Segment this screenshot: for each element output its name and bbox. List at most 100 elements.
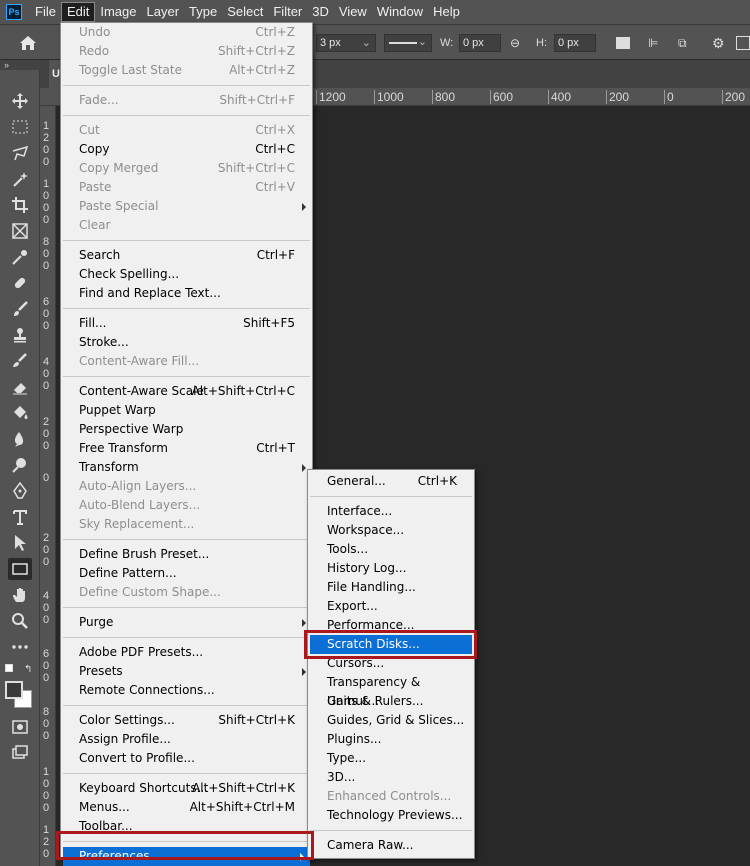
- path-arrangement-icon[interactable]: ⧉: [678, 34, 698, 52]
- history-brush-tool-icon[interactable]: [8, 350, 32, 372]
- crop-tool-icon[interactable]: [8, 194, 32, 216]
- menu-item-file-handling[interactable]: File Handling...: [308, 578, 474, 597]
- menu-item-type[interactable]: Type...: [308, 749, 474, 768]
- menu-item-camera-raw[interactable]: Camera Raw...: [308, 836, 474, 855]
- menu-item-puppet-warp[interactable]: Puppet Warp: [61, 401, 312, 420]
- magic-wand-tool-icon[interactable]: [8, 168, 32, 190]
- link-icon[interactable]: ⊖: [510, 34, 526, 52]
- align-edges-checkbox[interactable]: [736, 36, 750, 50]
- quick-mask-icon[interactable]: [8, 716, 32, 738]
- menu-help[interactable]: Help: [428, 2, 465, 22]
- menu-item-scratch-disks[interactable]: Scratch Disks...: [310, 635, 472, 654]
- menu-item-technology-previews[interactable]: Technology Previews...: [308, 806, 474, 825]
- menu-item-units-rulers[interactable]: Units & Rulers...: [308, 692, 474, 711]
- ruler-label: 0: [43, 472, 50, 484]
- menu-item-free-transform[interactable]: Free Transform Ctrl+T: [61, 439, 312, 458]
- clone-stamp-tool-icon[interactable]: [8, 324, 32, 346]
- menu-type[interactable]: Type: [184, 2, 222, 22]
- menu-file[interactable]: File: [30, 2, 61, 22]
- menu-item-stroke[interactable]: Stroke...: [61, 333, 312, 352]
- menu-item-keyboard-shortcuts[interactable]: Keyboard Shortcuts... Alt+Shift+Ctrl+K: [61, 779, 312, 798]
- menu-select[interactable]: Select: [222, 2, 268, 22]
- menu-item-find-and-replace-text[interactable]: Find and Replace Text...: [61, 284, 312, 303]
- menu-item-assign-profile[interactable]: Assign Profile...: [61, 730, 312, 749]
- marquee-tool-icon[interactable]: [8, 116, 32, 138]
- menu-item-toolbar[interactable]: Toolbar...: [61, 817, 312, 836]
- menu-image[interactable]: Image: [95, 2, 141, 22]
- width-field[interactable]: 0 px: [459, 34, 501, 52]
- menu-item-export[interactable]: Export...: [308, 597, 474, 616]
- menu-item-cursors[interactable]: Cursors...: [308, 654, 474, 673]
- panel-collapse-grip[interactable]: »: [0, 60, 40, 70]
- type-tool-icon[interactable]: [8, 506, 32, 528]
- menu-item-guides-grid-slices[interactable]: Guides, Grid & Slices...: [308, 711, 474, 730]
- menu-edit[interactable]: Edit: [60, 2, 96, 22]
- menu-item-adobe-pdf-presets[interactable]: Adobe PDF Presets...: [61, 643, 312, 662]
- menu-separator: [310, 496, 472, 497]
- menu-item-define-brush-preset[interactable]: Define Brush Preset...: [61, 545, 312, 564]
- menu-item-performance[interactable]: Performance...: [308, 616, 474, 635]
- lasso-tool-icon[interactable]: [8, 142, 32, 164]
- stroke-type-dropdown[interactable]: ⌄: [384, 34, 432, 52]
- stroke-size-field[interactable]: 3 px ⌄: [316, 34, 376, 52]
- swap-colors-icon[interactable]: ↰: [24, 664, 32, 675]
- menu-item-preferences[interactable]: Preferences: [63, 847, 310, 866]
- height-field[interactable]: 0 px: [554, 34, 596, 52]
- menu-item-fill[interactable]: Fill... Shift+F5: [61, 314, 312, 333]
- default-colors-icon[interactable]: [5, 664, 13, 672]
- menu-item-transform[interactable]: Transform: [61, 458, 312, 477]
- eraser-tool-icon[interactable]: [8, 376, 32, 398]
- move-tool-icon[interactable]: [8, 90, 32, 112]
- foreground-color-swatch[interactable]: [5, 681, 23, 699]
- ruler-label: 8 0 0: [43, 236, 50, 272]
- brush-tool-icon[interactable]: [8, 298, 32, 320]
- pen-tool-icon[interactable]: [8, 480, 32, 502]
- menu-view[interactable]: View: [334, 2, 372, 22]
- ruler-label: 1 0 0 0: [43, 766, 50, 814]
- healing-brush-tool-icon[interactable]: [8, 272, 32, 294]
- hand-tool-icon[interactable]: [8, 584, 32, 606]
- menu-item-interface[interactable]: Interface...: [308, 502, 474, 521]
- menu-separator: [63, 637, 310, 638]
- menu-window[interactable]: Window: [372, 2, 428, 22]
- menu-item-check-spelling[interactable]: Check Spelling...: [61, 265, 312, 284]
- frame-tool-icon[interactable]: [8, 220, 32, 242]
- gear-icon[interactable]: ⚙: [712, 34, 728, 52]
- menu-item-history-log[interactable]: History Log...: [308, 559, 474, 578]
- blur-tool-icon[interactable]: [8, 428, 32, 450]
- path-selection-tool-icon[interactable]: [8, 532, 32, 554]
- menu-item-3d[interactable]: 3D...: [308, 768, 474, 787]
- menu-layer[interactable]: Layer: [142, 2, 185, 22]
- menu-item-purge[interactable]: Purge: [61, 613, 312, 632]
- path-alignment-icon[interactable]: ⊫: [648, 34, 664, 52]
- home-icon[interactable]: [19, 35, 37, 51]
- menu-item-content-aware-scale[interactable]: Content-Aware Scale Alt+Shift+Ctrl+C: [61, 382, 312, 401]
- menu-item-copy[interactable]: Copy Ctrl+C: [61, 140, 312, 159]
- menu-item-menus[interactable]: Menus... Alt+Shift+Ctrl+M: [61, 798, 312, 817]
- menu-filter[interactable]: Filter: [268, 2, 307, 22]
- dodge-tool-icon[interactable]: [8, 454, 32, 476]
- menu-item-workspace[interactable]: Workspace...: [308, 521, 474, 540]
- rectangle-tool-icon[interactable]: [8, 558, 32, 580]
- menu-item-perspective-warp[interactable]: Perspective Warp: [61, 420, 312, 439]
- menu-item-plugins[interactable]: Plugins...: [308, 730, 474, 749]
- menu-3d[interactable]: 3D: [307, 2, 334, 22]
- zoom-tool-icon[interactable]: [8, 610, 32, 632]
- menu-item-tools[interactable]: Tools...: [308, 540, 474, 559]
- menu-item-remote-connections[interactable]: Remote Connections...: [61, 681, 312, 700]
- path-operations-icon[interactable]: [616, 37, 630, 49]
- menu-item-general[interactable]: General... Ctrl+K: [308, 472, 474, 491]
- paint-bucket-tool-icon[interactable]: [8, 402, 32, 424]
- menu-item-color-settings[interactable]: Color Settings... Shift+Ctrl+K: [61, 711, 312, 730]
- eyedropper-tool-icon[interactable]: [8, 246, 32, 268]
- menu-item-convert-to-profile[interactable]: Convert to Profile...: [61, 749, 312, 768]
- menu-item-define-pattern[interactable]: Define Pattern...: [61, 564, 312, 583]
- menu-item-presets[interactable]: Presets: [61, 662, 312, 681]
- more-tools-icon[interactable]: [8, 636, 32, 658]
- menu-item-transparency-gamut[interactable]: Transparency & Gamut...: [308, 673, 474, 708]
- ruler-label: 600: [490, 90, 513, 104]
- menu-item-label: Paste Special: [79, 199, 159, 213]
- menu-item-search[interactable]: Search Ctrl+F: [61, 246, 312, 265]
- screen-mode-icon[interactable]: [8, 742, 32, 764]
- menu-item-sky-replacement: Sky Replacement...: [61, 515, 312, 534]
